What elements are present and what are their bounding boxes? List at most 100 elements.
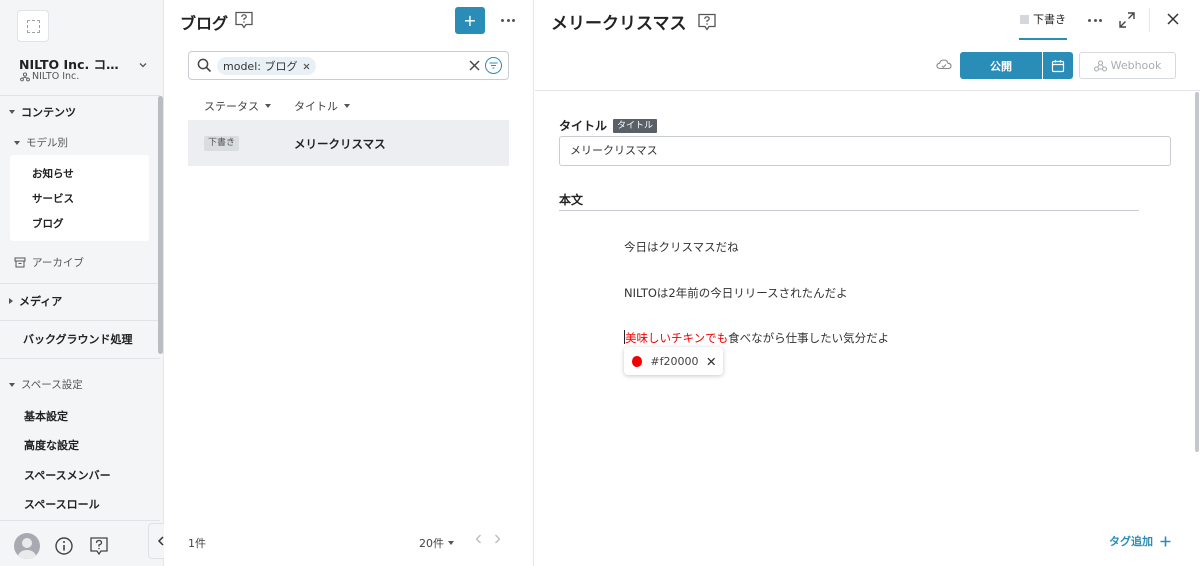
webhook-icon	[1093, 59, 1107, 72]
title-field[interactable]: メリークリスマス	[559, 136, 1171, 166]
close-icon[interactable]	[303, 63, 310, 70]
draft-status-icon	[1020, 14, 1029, 24]
filter-lines-icon	[489, 62, 498, 69]
divider	[559, 210, 1139, 211]
caret-down-icon	[14, 140, 20, 145]
body-paragraph[interactable]: NILTOは2年前の今日リリースされたんだよ	[624, 285, 848, 301]
close-icon[interactable]	[1167, 13, 1179, 25]
column-header-status[interactable]: ステータス	[204, 98, 271, 114]
divider	[0, 283, 160, 284]
sort-icon	[344, 104, 350, 108]
add-content-button[interactable]: +	[455, 7, 485, 34]
close-icon[interactable]	[706, 357, 716, 366]
org-label: NILTO Inc.	[32, 71, 80, 82]
pagination	[475, 534, 501, 544]
nav-archive-label: アーカイブ	[32, 257, 84, 269]
sidebar-item-blog[interactable]: ブログ	[32, 216, 64, 231]
table-row[interactable]: 下書き メリークリスマス	[188, 120, 509, 166]
chevron-left-icon[interactable]	[475, 534, 482, 544]
webhook-button[interactable]: Webhook	[1079, 52, 1176, 79]
add-tag-button[interactable]: タグ追加	[1109, 533, 1171, 549]
caret-down-icon	[9, 382, 15, 387]
nav-contents[interactable]: コンテンツ	[9, 104, 76, 120]
space-logo[interactable]	[17, 10, 49, 42]
title-field-tag: タイトル	[613, 118, 658, 133]
editor-pane: メリークリスマス 下書き 公開 Webhook タイトル タイトル メリークリス…	[535, 0, 1200, 566]
editor-title: メリークリスマス	[551, 9, 717, 34]
status-badge: 下書き	[204, 136, 240, 151]
list-more-menu[interactable]	[501, 19, 515, 22]
divider	[535, 90, 1200, 91]
avatar[interactable]	[14, 533, 40, 559]
calendar-icon	[1051, 59, 1065, 72]
info-icon[interactable]	[54, 536, 74, 556]
sidebar-item-roles[interactable]: スペースロール	[24, 496, 100, 512]
expand-icon[interactable]	[1118, 11, 1136, 29]
nav-archive[interactable]: アーカイブ	[14, 255, 84, 270]
webhook-label: Webhook	[1110, 59, 1162, 72]
row-title: メリークリスマス	[294, 137, 386, 151]
divider	[0, 95, 160, 96]
sidebar-item-members[interactable]: スペースメンバー	[24, 467, 111, 483]
archive-icon	[14, 257, 26, 268]
body-paragraph[interactable]: 今日はクリスマスだね	[624, 239, 739, 255]
nav-background[interactable]: バックグラウンド処理	[23, 331, 133, 347]
nav-contents-label: コンテンツ	[21, 106, 76, 119]
search-filter-chip[interactable]: model: ブログ	[217, 57, 317, 75]
divider	[0, 358, 160, 359]
result-count: 1件	[188, 537, 206, 550]
editor-scrollbar[interactable]	[1195, 92, 1199, 452]
nav-media-label: メディア	[19, 295, 63, 308]
divider	[0, 320, 160, 321]
search-icon	[197, 58, 212, 73]
tab-draft[interactable]: 下書き	[1019, 0, 1067, 40]
tab-draft-label: 下書き	[1033, 13, 1066, 26]
sidebar-item-basic[interactable]: 基本設定	[24, 408, 68, 424]
sidebar-item-news[interactable]: お知らせ	[32, 166, 74, 181]
clear-search-icon[interactable]	[469, 60, 480, 71]
highlighted-text[interactable]: 美味しいチキンでも	[625, 331, 728, 345]
body-field-label: 本文	[559, 193, 584, 207]
column-header-title[interactable]: タイトル	[294, 98, 350, 114]
chevron-down-icon[interactable]	[138, 60, 148, 70]
sidebar: NILTO Inc. コーポ... NILTO Inc. コンテンツ モデル別 …	[0, 0, 164, 566]
help-icon[interactable]	[88, 536, 110, 556]
caret-down-icon	[9, 110, 15, 114]
divider	[0, 520, 160, 521]
column-header-status-label: ステータス	[204, 100, 259, 113]
sidebar-scrollbar[interactable]	[158, 96, 163, 354]
help-icon[interactable]	[697, 13, 717, 31]
title-field-label-text: タイトル	[559, 119, 608, 133]
caret-right-icon	[9, 298, 13, 304]
filter-icon[interactable]	[485, 57, 502, 74]
title-field-label: タイトル タイトル	[559, 117, 658, 134]
plus-icon	[1160, 536, 1171, 546]
nav-space-settings-label: スペース設定	[21, 379, 83, 391]
sidebar-item-service[interactable]: サービス	[32, 191, 74, 206]
nav-by-model[interactable]: モデル別	[14, 135, 68, 150]
per-page-select[interactable]: 20件	[419, 535, 454, 551]
color-value: #f20000	[650, 354, 699, 368]
sidebar-item-advanced[interactable]: 高度な設定	[24, 437, 79, 453]
column-header-title-label: タイトル	[294, 100, 338, 113]
nav-media[interactable]: メディア	[9, 293, 62, 309]
publish-button[interactable]: 公開	[960, 52, 1042, 79]
cloud-sync-icon	[936, 59, 952, 70]
color-popover: #f20000	[624, 347, 723, 375]
list-pane: ブログ + model: ブログ ステータス タイトル 下書き メリークリスマス…	[164, 0, 534, 566]
help-icon[interactable]	[234, 11, 254, 29]
editor-more-menu[interactable]	[1088, 19, 1102, 22]
org-name: NILTO Inc.	[20, 71, 79, 82]
search-input[interactable]: model: ブログ	[188, 51, 509, 80]
body-paragraph[interactable]: 美味しいチキンでも食べながら仕事したい気分だよ	[624, 330, 889, 346]
chevron-right-icon[interactable]	[494, 534, 501, 544]
color-swatch[interactable]	[632, 355, 643, 367]
schedule-button[interactable]	[1043, 52, 1073, 79]
add-tag-label: タグ追加	[1109, 535, 1153, 548]
sidebar-footer	[14, 533, 110, 559]
nav-space-settings[interactable]: スペース設定	[9, 377, 83, 392]
body-text: 食べながら仕事したい気分だよ	[728, 331, 890, 345]
nav-by-model-label: モデル別	[26, 137, 68, 149]
caret-down-icon	[448, 541, 454, 545]
org-icon	[20, 71, 30, 81]
